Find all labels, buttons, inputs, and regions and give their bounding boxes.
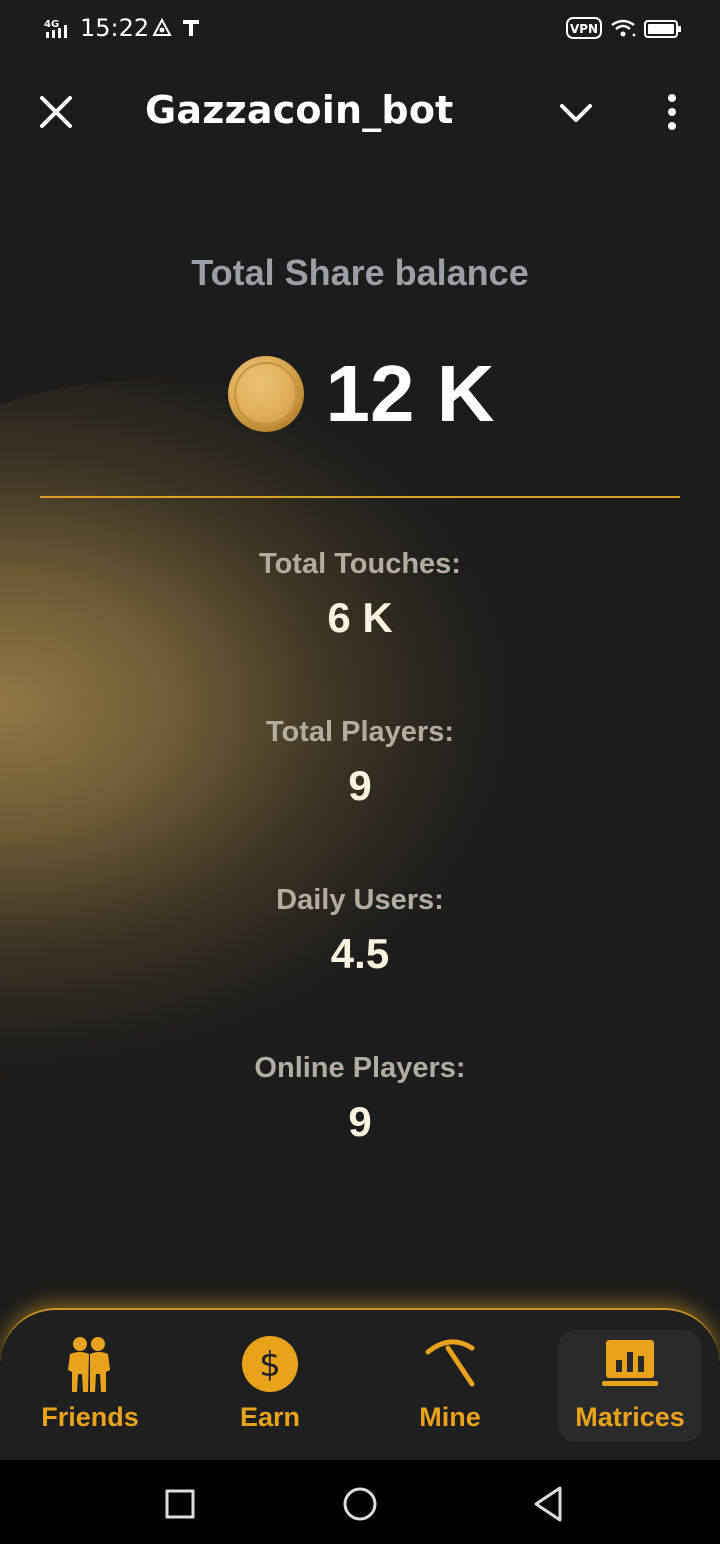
close-icon[interactable] bbox=[36, 92, 76, 132]
stat-value: 4.5 bbox=[330, 930, 390, 977]
nav-item-mine[interactable]: Mine bbox=[378, 1330, 522, 1442]
bottom-nav: Friends $ Earn Mine Matrices bbox=[0, 1308, 720, 1462]
stat-online-players: Online Players: 9 bbox=[0, 1050, 720, 1150]
page-title: Gazzacoin_bot bbox=[145, 88, 454, 132]
wifi-icon bbox=[611, 19, 636, 37]
chart-icon bbox=[602, 1340, 658, 1386]
stat-value: 9 bbox=[348, 1098, 372, 1145]
navigation-icon bbox=[152, 18, 172, 36]
stat-value: 9 bbox=[348, 762, 372, 809]
status-bar: 4G 15:22 VPN bbox=[0, 0, 720, 58]
status-time: 15:22 bbox=[80, 14, 150, 42]
stat-total-touches: Total Touches: 6 K bbox=[0, 546, 720, 646]
recent-apps-icon[interactable] bbox=[160, 1484, 200, 1524]
network-type: 4G bbox=[44, 19, 59, 30]
friends-icon bbox=[68, 1337, 110, 1392]
vpn-icon: VPN bbox=[566, 17, 602, 39]
pickaxe-icon bbox=[425, 1339, 475, 1387]
stat-label: Daily Users: bbox=[276, 884, 444, 916]
chevron-down-icon[interactable] bbox=[556, 96, 596, 132]
nav-label: Mine bbox=[419, 1402, 481, 1432]
t-icon bbox=[183, 20, 199, 36]
signal-icon: 4G bbox=[44, 19, 67, 38]
nav-label: Earn bbox=[239, 1402, 301, 1432]
stat-label: Online Players: bbox=[254, 1052, 466, 1084]
bot-header: Gazzacoin_bot bbox=[0, 70, 720, 154]
nav-item-friends[interactable]: Friends bbox=[18, 1330, 162, 1442]
vpn-label: VPN bbox=[570, 22, 598, 36]
coin-icon bbox=[227, 356, 304, 432]
balance-value: 12 K bbox=[325, 349, 495, 438]
nav-label: Friends bbox=[41, 1402, 139, 1432]
back-icon[interactable] bbox=[528, 1484, 568, 1524]
battery-icon bbox=[644, 20, 681, 38]
divider bbox=[40, 496, 680, 498]
nav-label: Matrices bbox=[575, 1402, 685, 1432]
balance-label: Total Share balance bbox=[191, 252, 529, 293]
balance-row: 12 K bbox=[0, 348, 720, 440]
stat-label: Total Players: bbox=[265, 716, 455, 748]
nav-item-earn[interactable]: $ Earn bbox=[198, 1330, 342, 1442]
home-icon[interactable] bbox=[340, 1484, 380, 1524]
more-vertical-icon[interactable] bbox=[660, 92, 684, 132]
svg-text:$: $ bbox=[259, 1345, 281, 1385]
stat-daily-users: Daily Users: 4.5 bbox=[0, 882, 720, 982]
dollar-coin-icon: $ bbox=[242, 1336, 298, 1392]
stat-value: 6 K bbox=[327, 594, 393, 641]
system-nav-bar bbox=[0, 1460, 720, 1544]
stat-label: Total Touches: bbox=[259, 548, 461, 580]
stat-total-players: Total Players: 9 bbox=[0, 714, 720, 814]
nav-item-matrices[interactable]: Matrices bbox=[558, 1330, 702, 1442]
app-screen: 4G 15:22 VPN Gazzacoin_bot Total Share b… bbox=[0, 0, 720, 1544]
